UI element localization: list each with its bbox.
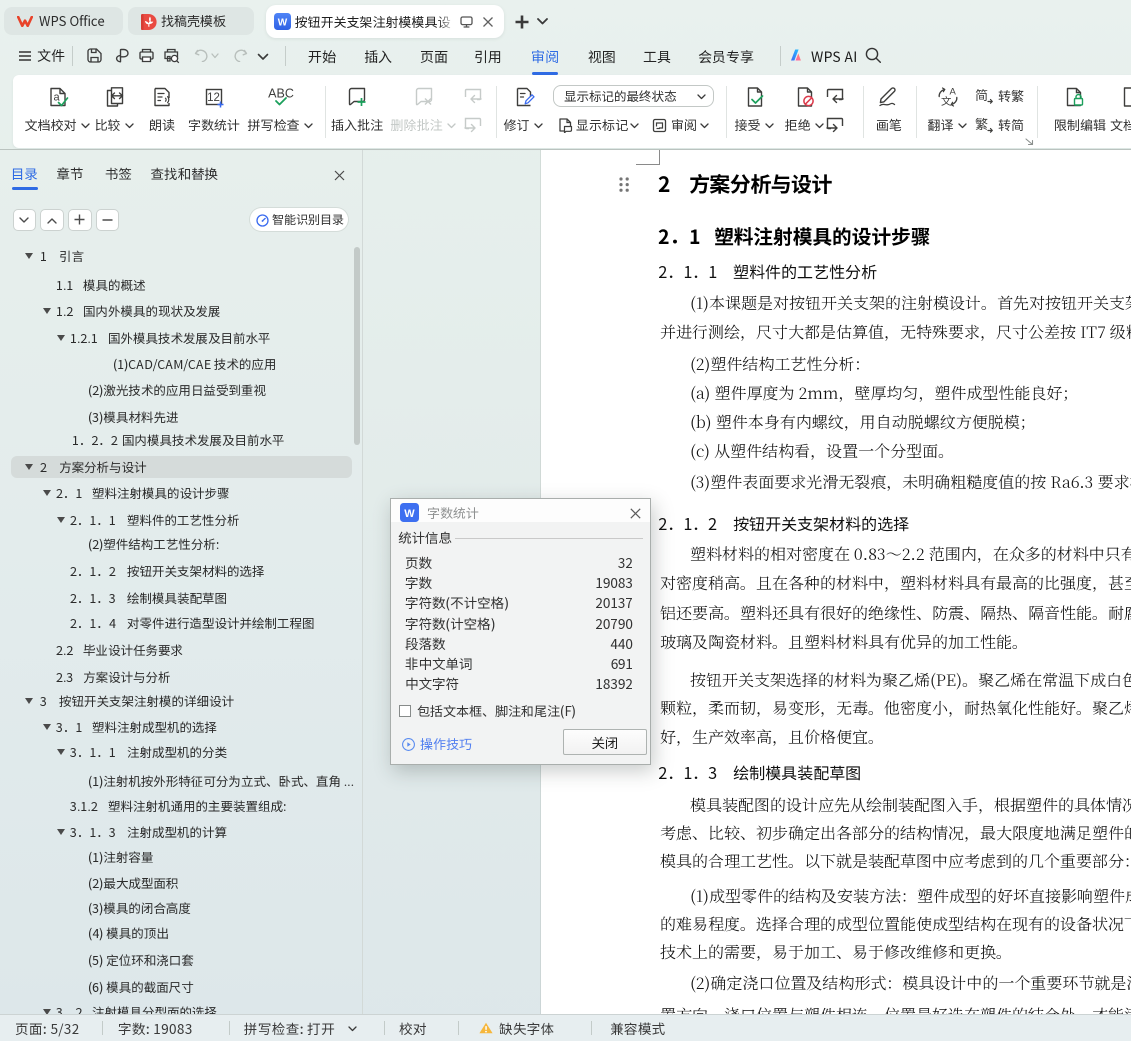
svg-text:12: 12 bbox=[207, 92, 220, 104]
svg-text:A: A bbox=[950, 87, 957, 98]
svg-text:繁: 繁 bbox=[975, 116, 988, 133]
svg-text:W: W bbox=[277, 18, 287, 29]
svg-text:简: 简 bbox=[975, 87, 988, 104]
svg-text:ABC: ABC bbox=[268, 87, 294, 101]
svg-text:a: a bbox=[53, 92, 60, 104]
svg-text:W: W bbox=[404, 508, 415, 520]
